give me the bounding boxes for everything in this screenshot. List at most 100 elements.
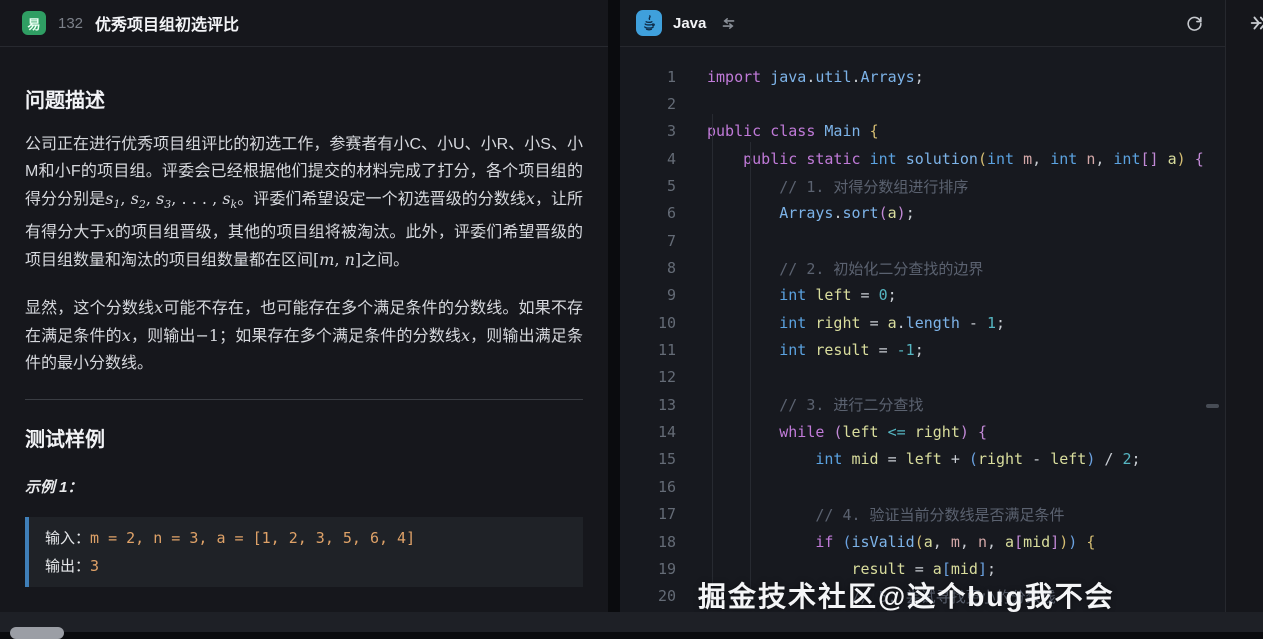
output-label: 输出： bbox=[45, 557, 90, 575]
math-run: s bbox=[131, 189, 139, 208]
code-line[interactable]: 8 // 2. 初始化二分查找的边界 bbox=[620, 254, 1225, 281]
text-run: 。评委们希望设定一个初选晋级的分数线 bbox=[237, 191, 526, 208]
language-selector[interactable]: Java bbox=[673, 15, 706, 32]
code-line[interactable]: 2 bbox=[620, 90, 1225, 117]
math-run: , bbox=[120, 189, 130, 208]
code-text: // 2. 初始化二分查找的边界 bbox=[707, 258, 983, 279]
code-line[interactable]: 4 public static int solution(int m, int … bbox=[620, 145, 1225, 172]
line-number: 5 bbox=[620, 177, 676, 195]
code-line[interactable]: 15 int mid = left + (right - left) / 2; bbox=[620, 446, 1225, 473]
bottom-bar bbox=[0, 612, 1263, 632]
output-value: 3 bbox=[90, 557, 99, 575]
text-run: ，则输出 bbox=[131, 328, 196, 345]
code-text: int right = a.length - 1; bbox=[707, 314, 1005, 332]
line-number: 2 bbox=[620, 95, 676, 113]
java-logo-icon bbox=[636, 10, 662, 36]
code-line[interactable]: 11 int result = -1; bbox=[620, 336, 1225, 363]
example-1-block: 输入：m = 2, n = 3, a = [1, 2, 3, 5, 6, 4] … bbox=[25, 517, 583, 587]
line-number: 20 bbox=[620, 587, 676, 605]
problem-paragraph-2: 显然，这个分数线x可能不存在，也可能存在多个满足条件的分数线。如果不存在满足条件… bbox=[25, 294, 583, 377]
editor-toolbar: Java bbox=[620, 0, 1263, 47]
line-number: 1 bbox=[620, 68, 676, 86]
code-line[interactable]: 14 while (left <= right) { bbox=[620, 418, 1225, 445]
math-run: 2 bbox=[139, 198, 146, 211]
code-text: Arrays.sort(a); bbox=[707, 204, 915, 222]
line-number: 3 bbox=[620, 122, 676, 140]
line-number: 15 bbox=[620, 450, 676, 468]
line-number: 17 bbox=[620, 505, 676, 523]
line-number: 14 bbox=[620, 423, 676, 441]
bottom-bar-button[interactable] bbox=[10, 627, 64, 639]
code-line[interactable]: 1 import java.util.Arrays; bbox=[620, 63, 1225, 90]
input-value: m = 2, n = 3, a = [1, 2, 3, 5, 6, 4] bbox=[90, 529, 415, 547]
code-line[interactable]: 6 Arrays.sort(a); bbox=[620, 200, 1225, 227]
code-text: int result = -1; bbox=[707, 341, 924, 359]
math-run: , bbox=[334, 250, 344, 269]
code-text: int mid = left + (right - left) / 2; bbox=[707, 450, 1141, 468]
indent-guide bbox=[712, 114, 713, 596]
editor-scrollbar[interactable] bbox=[1206, 404, 1219, 408]
code-line[interactable]: 16 bbox=[620, 473, 1225, 500]
code-line[interactable]: 3 public class Main { bbox=[620, 118, 1225, 145]
code-line[interactable]: 17 // 4. 验证当前分数线是否满足条件 bbox=[620, 501, 1225, 528]
problem-content[interactable]: 问题描述 公司正在进行优秀项目组评比的初选工作，参赛者有小C、小U、小R、小S、… bbox=[0, 87, 608, 612]
indent-guide bbox=[750, 142, 751, 596]
math-run: x bbox=[461, 326, 470, 345]
code-text: public static int solution(int m, int n,… bbox=[707, 150, 1204, 168]
code-text: // 4. 验证当前分数线是否满足条件 bbox=[707, 504, 1065, 525]
problem-id: 132 bbox=[58, 15, 83, 32]
code-text: import java.util.Arrays; bbox=[707, 68, 924, 86]
code-line[interactable]: 18 if (isValid(a, m, n, a[mid])) { bbox=[620, 528, 1225, 555]
text-run: 之间。 bbox=[361, 252, 409, 269]
line-number: 7 bbox=[620, 232, 676, 250]
section-divider bbox=[25, 399, 583, 400]
sidebar-toggle-icon[interactable] bbox=[1248, 12, 1263, 34]
difficulty-badge: 易 bbox=[22, 11, 46, 35]
problem-title: 优秀项目组初选评比 bbox=[95, 11, 239, 35]
refresh-icon[interactable] bbox=[1185, 14, 1204, 33]
code-text: while (left <= right) { bbox=[707, 423, 987, 441]
line-number: 6 bbox=[620, 204, 676, 222]
math-run: , . . . , bbox=[171, 189, 222, 208]
code-text: if (isValid(a, m, n, a[mid])) { bbox=[707, 533, 1095, 551]
math-run: m bbox=[319, 250, 334, 269]
example-input-row: 输入：m = 2, n = 3, a = [1, 2, 3, 5, 6, 4] bbox=[45, 524, 567, 552]
code-text: // 3. 进行二分查找 bbox=[707, 394, 923, 415]
line-number: 13 bbox=[620, 396, 676, 414]
example-output-row: 输出：3 bbox=[45, 552, 567, 580]
code-line[interactable]: 9 int left = 0; bbox=[620, 282, 1225, 309]
text-run: 显然，这个分数线 bbox=[25, 300, 154, 317]
math-run: n bbox=[345, 250, 355, 269]
math-run: x bbox=[122, 326, 131, 345]
right-sidebar bbox=[1225, 0, 1263, 612]
code-editor[interactable]: 1 import java.util.Arrays; 2 3 public class … bbox=[620, 47, 1225, 612]
problem-panel: 易 132 优秀项目组初选评比 问题描述 公司正在进行优秀项目组评比的初选工作，… bbox=[0, 0, 608, 612]
code-line[interactable]: 13 // 3. 进行二分查找 bbox=[620, 391, 1225, 418]
editor-panel: Java 1 import java.util.Arrays; 2 3 public c… bbox=[620, 0, 1263, 612]
math-run: x bbox=[154, 298, 163, 317]
math-run: x bbox=[526, 189, 535, 208]
code-text: public class Main { bbox=[707, 122, 879, 140]
code-line[interactable]: 5 // 1. 对得分数组进行排序 bbox=[620, 172, 1225, 199]
language-swap-icon[interactable] bbox=[720, 15, 737, 32]
math-run: s bbox=[222, 189, 230, 208]
input-label: 输入： bbox=[45, 529, 90, 547]
watermark-text: 掘金技术社区@这个bug我不会 bbox=[698, 575, 1115, 612]
line-number: 19 bbox=[620, 560, 676, 578]
line-number: 4 bbox=[620, 150, 676, 168]
example-1-label: 示例 1： bbox=[25, 476, 583, 497]
code-text: int left = 0; bbox=[707, 286, 897, 304]
text-run: ；如果存在多个满足条件的分数线 bbox=[219, 328, 461, 345]
code-text: // 1. 对得分数组进行排序 bbox=[707, 176, 968, 197]
section-title-examples: 测试样例 bbox=[25, 426, 583, 454]
line-number: 16 bbox=[620, 478, 676, 496]
math-run: x bbox=[106, 222, 115, 241]
code-line[interactable]: 10 int right = a.length - 1; bbox=[620, 309, 1225, 336]
code-line[interactable]: 7 bbox=[620, 227, 1225, 254]
math-run: −1 bbox=[195, 326, 219, 345]
line-number: 9 bbox=[620, 286, 676, 304]
section-title-description: 问题描述 bbox=[25, 87, 583, 115]
code-line[interactable]: 12 bbox=[620, 364, 1225, 391]
math-run: , bbox=[146, 189, 156, 208]
problem-header: 易 132 优秀项目组初选评比 bbox=[0, 0, 608, 47]
